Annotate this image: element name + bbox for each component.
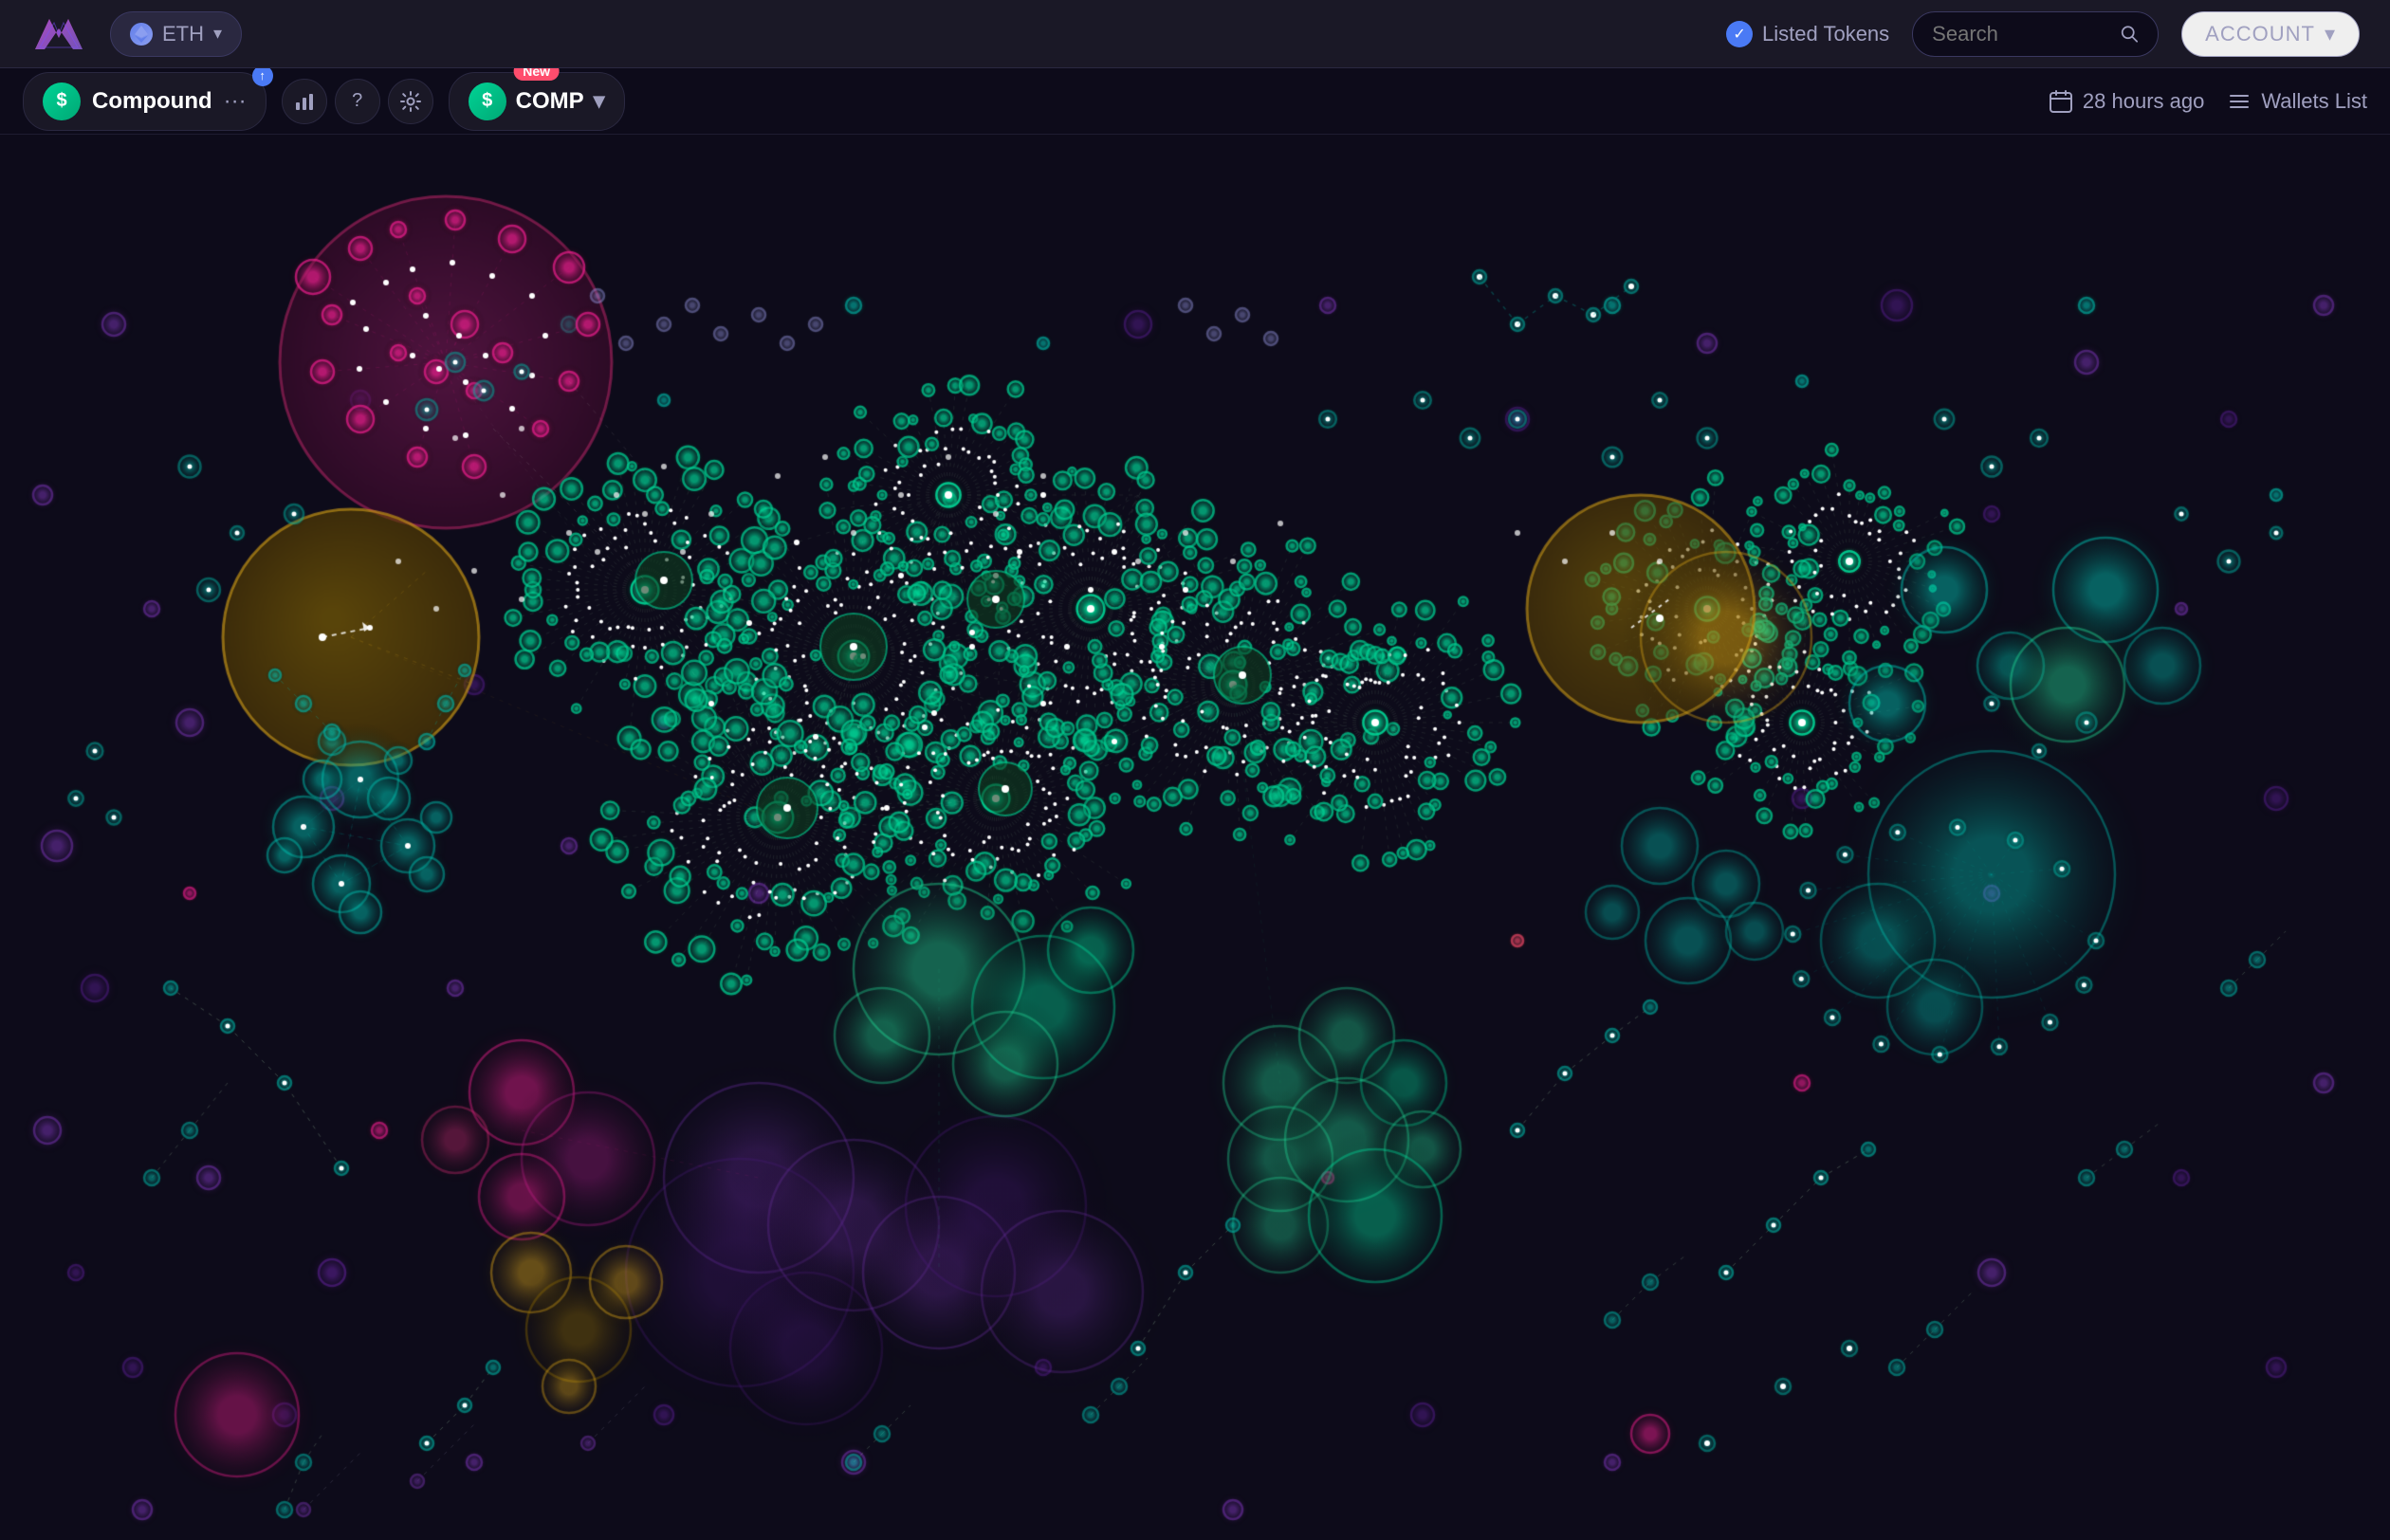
sub-navbar: $ Compound ··· ↑ ? New $ COMP ▾	[0, 68, 2390, 135]
search-input[interactable]	[1932, 22, 2109, 46]
chart-icon	[294, 91, 315, 112]
calendar-icon	[2049, 89, 2073, 114]
eth-chevron-icon: ▾	[213, 24, 222, 44]
eth-label: ETH	[162, 22, 204, 46]
comp-icon: $	[469, 82, 506, 120]
time-display: 28 hours ago	[2049, 89, 2204, 114]
account-label: ACCOUNT	[2205, 22, 2315, 46]
network-visualization[interactable]	[0, 135, 2390, 1540]
main-navbar: ETH ▾ ✓ Listed Tokens ACCOUNT ▾	[0, 0, 2390, 68]
sub-nav-icons: ?	[282, 79, 433, 124]
help-button[interactable]: ?	[335, 79, 380, 124]
search-icon	[2121, 24, 2139, 45]
time-label: 28 hours ago	[2083, 89, 2204, 114]
comp-token-button[interactable]: New $ COMP ▾	[449, 72, 625, 131]
search-container	[1912, 11, 2159, 57]
list-icon	[2227, 89, 2252, 114]
compound-more-icon: ···	[224, 88, 247, 115]
compound-label: Compound	[92, 88, 212, 115]
navbar-right: ✓ Listed Tokens ACCOUNT ▾	[1726, 11, 2360, 57]
viz-canvas[interactable]	[0, 135, 2390, 1540]
app-logo[interactable]	[30, 11, 87, 57]
account-chevron-icon: ▾	[2325, 22, 2336, 46]
eth-icon	[130, 23, 153, 46]
settings-button[interactable]	[388, 79, 433, 124]
comp-label: COMP	[516, 88, 584, 115]
listed-tokens-label: Listed Tokens	[1762, 22, 1889, 46]
comp-chevron-icon: ▾	[594, 87, 605, 115]
account-button[interactable]: ACCOUNT ▾	[2181, 11, 2360, 57]
compound-button[interactable]: $ Compound ··· ↑	[23, 72, 267, 131]
check-badge-icon: ✓	[1726, 21, 1753, 47]
gear-icon	[400, 91, 421, 112]
wallets-label: Wallets List	[2261, 89, 2367, 114]
eth-network-button[interactable]: ETH ▾	[110, 11, 242, 57]
listed-tokens-link[interactable]: ✓ Listed Tokens	[1726, 21, 1889, 47]
sub-navbar-right: 28 hours ago Wallets List	[2049, 89, 2367, 114]
wallets-list-button[interactable]: Wallets List	[2227, 89, 2367, 114]
question-mark-icon: ?	[352, 90, 362, 112]
compound-token-icon: $	[43, 82, 81, 120]
chart-button[interactable]	[282, 79, 327, 124]
